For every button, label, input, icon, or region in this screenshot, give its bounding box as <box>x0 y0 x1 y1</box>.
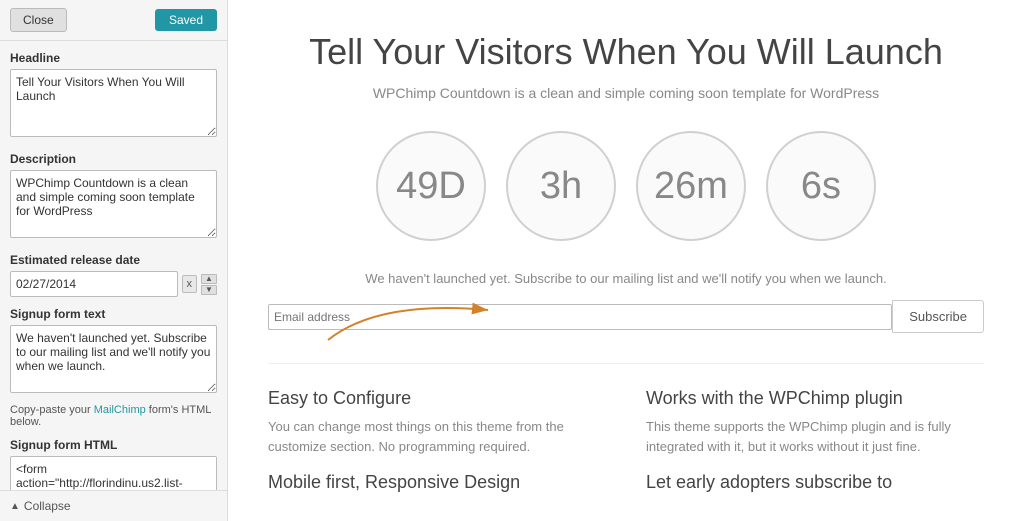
collapse-icon: ▲ <box>10 501 20 512</box>
feature-bottom-title-2: Let early adopters subscribe to <box>646 472 984 493</box>
feature-col-2: Works with the WPChimp plugin This theme… <box>646 388 984 456</box>
description-textarea[interactable]: WPChimp Countdown is a clean and simple … <box>10 170 217 238</box>
release-date-input[interactable] <box>10 271 178 297</box>
email-input-preview[interactable] <box>268 304 892 330</box>
saved-button[interactable]: Saved <box>155 9 217 31</box>
feature-bottom-col-2: Let early adopters subscribe to <box>646 472 984 499</box>
countdown-days: 49D <box>376 131 486 241</box>
feature-desc-1: You can change most things on this theme… <box>268 417 606 456</box>
features-row: Easy to Configure You can change most th… <box>268 363 984 456</box>
features-bottom: Mobile first, Responsive Design Let earl… <box>268 456 984 499</box>
headline-label: Headline <box>10 51 217 65</box>
feature-bottom-title-1: Mobile first, Responsive Design <box>268 472 606 493</box>
preview-content: Tell Your Visitors When You Will Launch … <box>228 0 1024 521</box>
description-label: Description <box>10 152 217 166</box>
countdown-hours: 3h <box>506 131 616 241</box>
mailchimp-text-prefix: Copy-paste your <box>10 404 94 416</box>
feature-desc-2: This theme supports the WPChimp plugin a… <box>646 417 984 456</box>
feature-bottom-col-1: Mobile first, Responsive Design <box>268 472 606 499</box>
left-panel: Close Saved Headline Tell Your Visitors … <box>0 0 228 521</box>
subscribe-button[interactable]: Subscribe <box>892 300 984 333</box>
feature-title-2: Works with the WPChimp plugin <box>646 388 984 409</box>
feature-col-1: Easy to Configure You can change most th… <box>268 388 606 456</box>
date-spinners: ▲ ▼ <box>201 274 217 295</box>
signup-text-label: Signup form text <box>10 307 217 321</box>
collapse-footer[interactable]: ▲ Collapse <box>0 490 227 521</box>
right-panel: Tell Your Visitors When You Will Launch … <box>228 0 1024 521</box>
signup-text-textarea[interactable]: We haven't launched yet. Subscribe to ou… <box>10 325 217 393</box>
collapse-label: Collapse <box>24 499 71 513</box>
headline-textarea[interactable]: Tell Your Visitors When You Will Launch <box>10 69 217 137</box>
preview-subtitle: WPChimp Countdown is a clean and simple … <box>268 85 984 101</box>
feature-title-1: Easy to Configure <box>268 388 606 409</box>
panel-header: Close Saved <box>0 0 227 41</box>
close-button[interactable]: Close <box>10 8 67 32</box>
panel-body: Headline Tell Your Visitors When You Wil… <box>0 41 227 490</box>
mailchimp-note: Copy-paste your MailChimp form's HTML be… <box>10 404 217 428</box>
release-date-label: Estimated release date <box>10 253 217 267</box>
signup-html-label: Signup form HTML <box>10 438 217 452</box>
mailchimp-link[interactable]: MailChimp <box>94 404 146 416</box>
date-spin-up[interactable]: ▲ <box>201 274 217 284</box>
email-row: Subscribe <box>268 300 984 333</box>
release-date-row: x ▲ ▼ <box>10 271 217 297</box>
signup-preview-text: We haven't launched yet. Subscribe to ou… <box>268 271 984 286</box>
countdown-seconds: 6s <box>766 131 876 241</box>
date-spin-down[interactable]: ▼ <box>201 285 217 295</box>
signup-html-textarea[interactable]: <form action="http://florindinu.us2.list… <box>10 456 217 490</box>
date-clear-button[interactable]: x <box>182 275 198 293</box>
preview-title: Tell Your Visitors When You Will Launch <box>268 30 984 73</box>
countdown-minutes: 26m <box>636 131 746 241</box>
countdown-row: 49D 3h 26m 6s <box>268 131 984 241</box>
